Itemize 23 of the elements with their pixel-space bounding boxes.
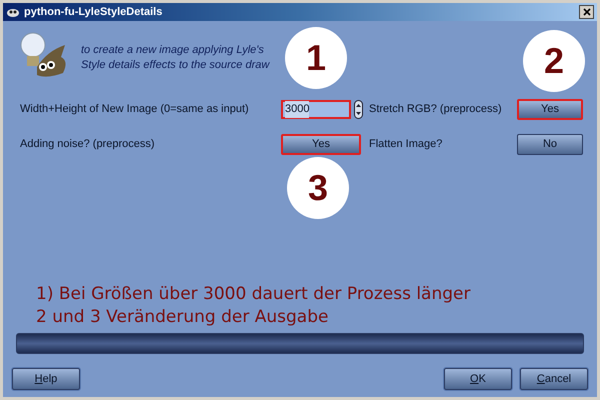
- annotation-text: 1) Bei Größen über 3000 dauert der Prozess länger: [36, 283, 472, 306]
- option-label: Width+Height of New Image (0=same as input): [20, 102, 250, 118]
- option-label: Adding noise? (preprocess): [20, 137, 156, 152]
- callout-number: 3: [287, 157, 349, 219]
- description-text: to create a new image applying Lyle's: [81, 43, 265, 58]
- cancel-button[interactable]: Cancel: [520, 368, 588, 390]
- callout-number: 2: [523, 30, 585, 92]
- option-label: Flatten Image?: [369, 137, 444, 152]
- toggle-button[interactable]: Yes: [517, 99, 583, 120]
- number-field[interactable]: 3000: [281, 100, 351, 119]
- toggle-button[interactable]: Yes: [281, 134, 361, 155]
- spinner-icon[interactable]: [354, 100, 363, 119]
- callout-number: 1: [285, 27, 347, 89]
- close-button[interactable]: [579, 5, 594, 19]
- option-label: Stretch RGB? (preprocess): [369, 102, 503, 118]
- ok-button[interactable]: OK: [444, 368, 512, 390]
- annotation-text: 2 und 3 Veränderung der Ausgabe: [36, 306, 330, 329]
- close-icon: [582, 8, 590, 16]
- toggle-button[interactable]: No: [517, 134, 583, 155]
- description-text: Style details effects to the source draw: [81, 58, 270, 73]
- help-button[interactable]: Help: [12, 368, 80, 390]
- app-icon: [6, 6, 20, 18]
- window-title: python-fu-LyleStyleDetails: [24, 4, 162, 20]
